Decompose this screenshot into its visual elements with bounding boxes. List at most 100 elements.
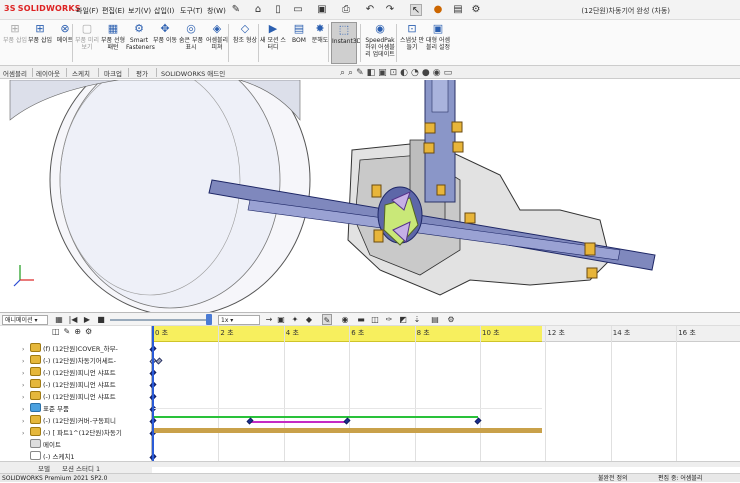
timeline-tick-label: 16 초 — [678, 329, 696, 337]
tree-item[interactable]: › (-) [ 파트1^(12단원)차동기 — [22, 427, 122, 439]
bearing — [586, 267, 598, 279]
select-icon[interactable]: ↖ — [410, 4, 422, 16]
arrow-right-icon[interactable]: → — [264, 314, 274, 325]
insert-component-button[interactable]: ⊞ 부품 삽입 — [27, 22, 53, 64]
playback-speed-select[interactable]: 1x ▾ — [218, 315, 260, 325]
tab-evaluate[interactable]: 평가 — [136, 68, 148, 78]
add-update-key-icon[interactable]: ✎ — [322, 314, 332, 325]
speedpak-button[interactable]: ◉ SpeedPak 하위 어셈블리 업데이트 — [364, 22, 396, 64]
traffic-light-icon[interactable]: ● — [432, 4, 444, 16]
mate-time-bar[interactable] — [153, 428, 542, 433]
bearing — [436, 184, 446, 196]
redo-icon[interactable]: ↷ — [384, 4, 396, 16]
playback-slider[interactable] — [110, 319, 210, 321]
options-gear-icon[interactable]: ⚙ — [470, 4, 482, 16]
tab-assembly[interactable]: 어셈블리 — [3, 68, 27, 78]
open-icon[interactable]: ▭ — [292, 4, 304, 16]
row-divider[interactable] — [153, 408, 542, 409]
motion-tree-filters[interactable]: ◫✎⊕⚙ — [52, 327, 96, 336]
menu-tools[interactable]: 도구(T) — [180, 6, 203, 16]
undo-icon[interactable]: ↶ — [364, 4, 376, 16]
tree-item[interactable]: › (-) (12단원)피니언 샤프트 — [22, 379, 116, 391]
animation-wizard-icon[interactable]: ✦ — [290, 314, 300, 325]
time-bar[interactable] — [152, 326, 154, 461]
tab-model[interactable]: 모델 — [38, 463, 50, 473]
tree-item[interactable]: › (-) (12단원)피니언 샤프트 — [22, 391, 116, 403]
menu-view[interactable]: 보기(V) — [128, 6, 151, 16]
gravity-icon[interactable]: ⇣ — [412, 314, 422, 325]
command-label: 새 모션 스터디 — [260, 37, 286, 51]
snapshot-button[interactable]: ⊡ 스냅샷 만들기 — [399, 22, 425, 64]
tab-divider — [66, 68, 67, 77]
tree-item[interactable]: › (-) (12단원)차동기어세트- — [22, 355, 116, 367]
tree-item[interactable]: › 표준 부품 — [22, 403, 69, 415]
tab-addins[interactable]: SOLIDWORKS 애드인 — [161, 68, 225, 78]
insert-component-button[interactable]: ⊞ 부품 삽입 — [2, 22, 28, 64]
tab-motion-study-1[interactable]: 모션 스터디 1 — [62, 463, 100, 473]
timeline-tick-label: 2 초 — [220, 329, 234, 337]
motor-icon[interactable]: ◉ — [340, 314, 350, 325]
tree-item-label: (-) (12단원)피니언 샤프트 — [43, 381, 116, 389]
tab-markup[interactable]: 마크업 — [104, 68, 122, 78]
tree-item[interactable]: › (-) (12단원)커버-구동피니 — [22, 415, 116, 427]
spring-icon[interactable]: ▬ — [356, 314, 366, 325]
calculate-icon[interactable]: ▦ — [54, 314, 64, 325]
new-motion-study-button[interactable]: ▶ 새 모션 스터디 — [260, 22, 286, 64]
green-change-bar[interactable] — [153, 416, 478, 418]
large-assembly-button[interactable]: ▣ 대형 어셈블리 설정 — [425, 22, 451, 64]
play-icon[interactable]: ▶ — [82, 314, 92, 325]
new-document-icon[interactable]: ▯ — [272, 4, 284, 16]
menu-insert[interactable]: 삽입(I) — [154, 6, 174, 16]
bearing — [373, 229, 384, 243]
save-animation-icon[interactable]: ▣ — [276, 314, 286, 325]
linear-pattern-button[interactable]: ▦ 부품 선형 패턴 — [100, 22, 126, 64]
timeline-header-extension[interactable] — [542, 326, 740, 342]
insert-component-icon: ⊞ — [35, 22, 45, 35]
menu-file[interactable]: 파일(F) — [76, 6, 98, 16]
menu-window[interactable]: 창(W) — [207, 6, 226, 16]
tab-sketch[interactable]: 스케치 — [72, 68, 90, 78]
graphics-area[interactable] — [0, 80, 740, 312]
assembly-feature-button[interactable]: ◈ 어셈블리 피쳐 — [204, 22, 230, 64]
show-hidden-button[interactable]: ◎ 숨은 부품 표시 — [178, 22, 204, 64]
tab-layout[interactable]: 레이아웃 — [36, 68, 60, 78]
part-icon — [30, 343, 41, 352]
timeline-tick-label: 6 초 — [351, 329, 365, 337]
contact-icon[interactable]: ◩ — [398, 314, 408, 325]
exploded-view-button[interactable]: ✸ 분해도 — [307, 22, 333, 64]
component-preview-button[interactable]: ▢ 부품 미리보기 — [74, 22, 100, 64]
motion-study-properties-icon[interactable]: ⚙ — [446, 314, 456, 325]
solidworks-logo[interactable]: 3S SOLIDWORKS — [4, 4, 81, 13]
smart-fasteners-button[interactable]: ⚙ Smart Fasteners — [126, 22, 155, 64]
command-separator — [396, 24, 397, 62]
study-type-select[interactable]: 애니메이션 ▾ — [2, 315, 48, 325]
tab-divider — [128, 68, 129, 77]
damper-icon[interactable]: ◫ — [370, 314, 380, 325]
timeline[interactable] — [152, 326, 740, 461]
print-icon[interactable]: ⎙ — [340, 4, 352, 16]
assembly-model[interactable] — [0, 80, 740, 312]
tree-item[interactable]: 메이트 — [22, 439, 61, 451]
autokey-icon[interactable]: ◆ — [304, 314, 314, 325]
folder-icon — [30, 403, 41, 412]
play-from-start-icon[interactable]: |◀ — [68, 314, 78, 325]
instant3d-button[interactable]: ⬚ Instant3D — [331, 22, 361, 64]
playback-slider-thumb[interactable] — [206, 314, 212, 325]
menu-edit[interactable]: 편집(E) — [102, 6, 125, 16]
move-component-button[interactable]: ✥ 부품 이동 — [152, 22, 178, 64]
pin-icon[interactable]: ✎ — [230, 4, 242, 16]
heads-up-view-toolbar[interactable]: ⌕⌕✎◧▣⊡◐◔●◉▭ — [340, 68, 455, 78]
save-icon[interactable]: ▣ — [316, 4, 328, 16]
home-icon[interactable]: ⌂ — [252, 4, 264, 16]
stop-icon[interactable]: ■ — [96, 314, 106, 325]
timeline-scrollbar[interactable] — [152, 461, 740, 467]
force-icon[interactable]: ✑ — [384, 314, 394, 325]
title-bar: 3S SOLIDWORKS 파일(F) 편집(E) 보기(V) 삽입(I) 도구(… — [0, 0, 740, 20]
tree-item[interactable]: › (-) (12단원)피니언 샤프트 — [22, 367, 116, 379]
magenta-change-bar[interactable] — [250, 421, 347, 423]
file-properties-icon[interactable]: ▤ — [452, 4, 464, 16]
results-plots-icon[interactable]: ▤ — [430, 314, 440, 325]
tree-item[interactable]: › (f) (12단원)COVER_하부- — [22, 343, 118, 355]
reference-geometry-button[interactable]: ◇ 참조 형상 — [232, 22, 258, 64]
command-label: SpeedPak 하위 어셈블리 업데이트 — [365, 37, 395, 58]
